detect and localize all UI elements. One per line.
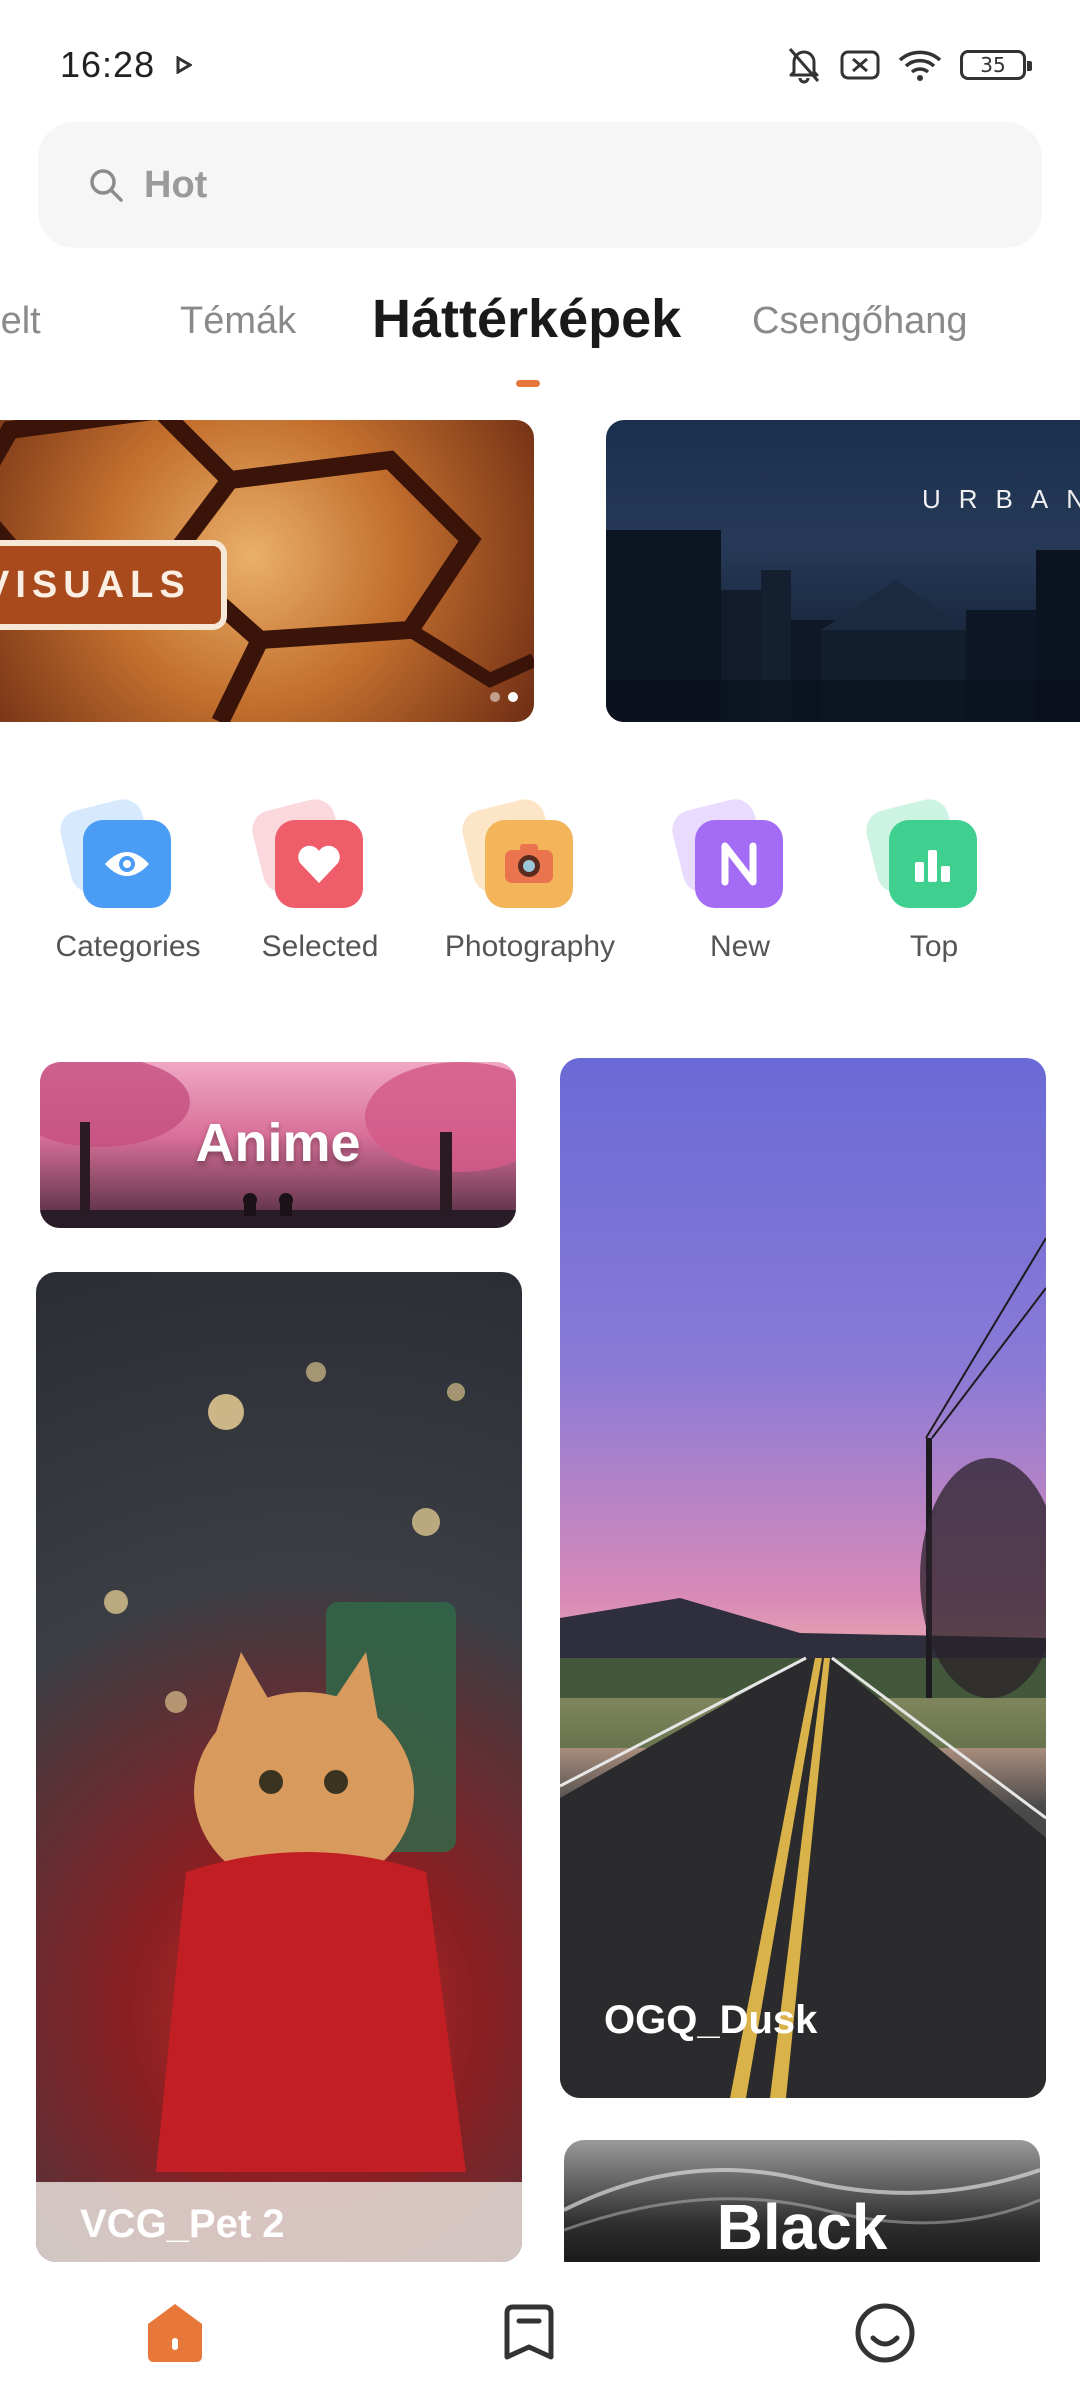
status-time: 16:28 (60, 44, 156, 85)
wifi-icon (898, 50, 942, 81)
eye-icon (83, 820, 171, 908)
card-black[interactable]: Black (564, 2140, 1040, 2280)
banner-urban[interactable]: URBAN (606, 420, 1080, 722)
shortcut-selected[interactable]: Selected (220, 795, 420, 964)
shortcut-row: Categories Selected Photography New Top (0, 795, 1080, 970)
smiley-profile-icon (855, 2303, 915, 2363)
card-title: Anime (195, 1113, 361, 1173)
banner-carousel: VISUALS URBAN (0, 420, 1080, 722)
photography-icon-tile (458, 795, 575, 910)
bar-chart-icon (889, 820, 977, 908)
active-tab-indicator (516, 380, 540, 387)
search-icon (90, 169, 123, 202)
tab-ringtones[interactable]: Csengőhang (752, 300, 968, 343)
n-letter-icon (695, 820, 783, 908)
banner-title: URBAN (922, 484, 1080, 514)
card-pet[interactable]: VCG_Pet 2 (36, 1272, 522, 2262)
selected-icon-tile (248, 795, 365, 910)
bottom-navigation (0, 2262, 1080, 2400)
home-icon (148, 2304, 202, 2362)
shortcut-categories[interactable]: Categories (28, 795, 228, 964)
nav-home[interactable] (140, 2298, 210, 2368)
card-title: VCG_Pet 2 (80, 2202, 285, 2246)
category-tabs: Kiemelt Témák Háttérképek Csengőhang (0, 280, 1080, 390)
no-sim-icon (840, 50, 880, 80)
banner-visuals[interactable]: VISUALS (0, 420, 534, 722)
card-anime[interactable]: Anime (40, 1062, 516, 1228)
shortcut-label: Top (909, 930, 959, 963)
status-icons: 35 (786, 46, 1032, 84)
carousel-dot (490, 692, 500, 702)
nav-profile[interactable] (850, 2298, 920, 2368)
tab-themes[interactable]: Témák (180, 300, 296, 343)
bookmark-icon (504, 2304, 554, 2360)
shortcut-photography[interactable]: Photography (430, 795, 630, 964)
carousel-dots (490, 692, 518, 702)
pet-art (36, 1362, 522, 2262)
card-title: Black (716, 2191, 888, 2263)
shortcut-label: New (709, 930, 770, 963)
camera-icon (485, 820, 573, 908)
carousel-dot-active (508, 692, 518, 702)
search-bar[interactable]: Hot (38, 122, 1042, 248)
banner-art-skyline (606, 530, 1080, 722)
play-indicator-icon (176, 56, 192, 74)
shortcut-top[interactable]: Top (834, 795, 1034, 964)
shortcut-new[interactable]: New (640, 795, 840, 964)
banner-tag: VISUALS (0, 540, 227, 630)
status-bar: 16:28 35 (0, 0, 1080, 120)
heart-icon (275, 820, 363, 908)
top-icon-tile (862, 795, 979, 910)
card-dusk[interactable]: OGQ_Dusk (560, 1058, 1046, 2098)
shortcut-label: Categories (55, 930, 201, 963)
shortcut-label: Selected (261, 930, 379, 963)
mute-bell-icon (788, 48, 820, 84)
categories-icon-tile (56, 795, 173, 910)
new-icon-tile (668, 795, 785, 910)
card-title: OGQ_Dusk (604, 1998, 818, 2042)
nav-library[interactable] (494, 2298, 564, 2368)
tab-featured[interactable]: Kiemelt (0, 300, 41, 343)
shortcut-label: Photography (444, 930, 616, 963)
dusk-art (560, 1237, 1046, 2098)
tab-wallpapers[interactable]: Háttérképek (372, 288, 681, 350)
battery-indicator: 35 (960, 50, 1032, 80)
search-placeholder: Hot (144, 163, 208, 206)
